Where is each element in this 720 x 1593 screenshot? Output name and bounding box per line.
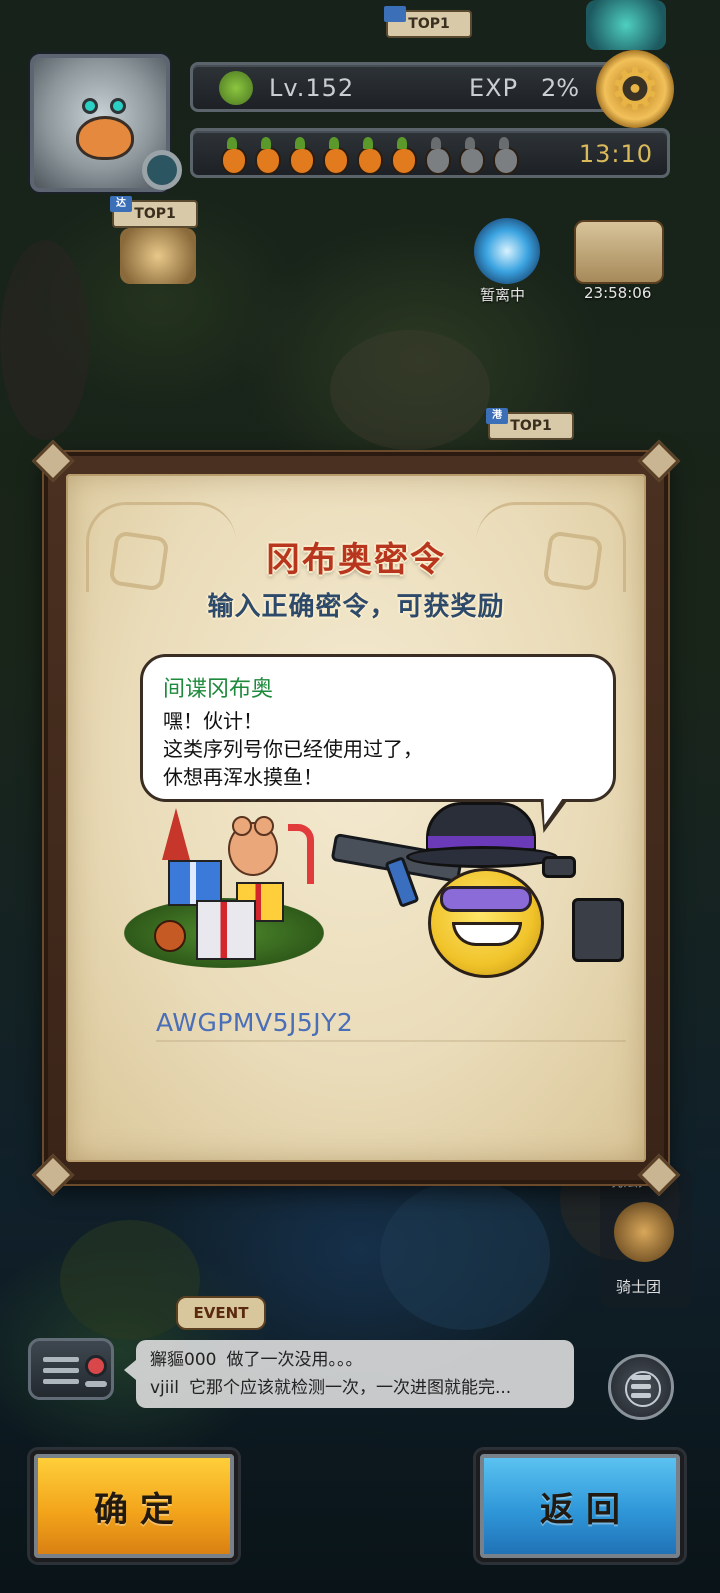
player-level: Lv.152 bbox=[269, 74, 355, 102]
carrot-empty-icon bbox=[419, 137, 451, 175]
settings-gear-icon[interactable]: ⚙ bbox=[596, 50, 674, 128]
side-panel: 玩法大厅 骑士团 bbox=[600, 1168, 692, 1308]
speech-line-3: 休想再浑水摸鱼！ bbox=[163, 765, 323, 789]
carrot-icon bbox=[215, 137, 247, 175]
clover-icon bbox=[219, 71, 253, 105]
chat-message: vjiil 它那个应该就检测一次，一次进图就能完... bbox=[150, 1374, 560, 1402]
speech-bubble: 间谍冈布奥 嘿！伙计！ 这类序列号你已经使用过了， 休想再浑水摸鱼！ bbox=[140, 654, 616, 802]
exp-label: EXP bbox=[469, 74, 519, 102]
carrot-icon bbox=[283, 137, 315, 175]
top1-tag: 达 bbox=[110, 196, 132, 212]
dialog-title: 冈布奥密令 bbox=[266, 540, 446, 580]
carrot-icon bbox=[351, 137, 383, 175]
carrot-icon bbox=[249, 137, 281, 175]
avatar-eye bbox=[110, 98, 126, 114]
portal-icon[interactable] bbox=[474, 218, 540, 284]
carrot-icon bbox=[385, 137, 417, 175]
guild-emblem-icon[interactable] bbox=[614, 1202, 674, 1262]
top1-label: TOP1 bbox=[408, 16, 450, 32]
back-label: 返回 bbox=[540, 1489, 632, 1530]
event-badge[interactable]: EVENT bbox=[176, 1296, 266, 1330]
chat-message: 獬貙000 做了一次没用。。。 bbox=[150, 1346, 560, 1374]
map-monster-icon[interactable] bbox=[120, 228, 196, 284]
stamina-timer: 13:10 bbox=[578, 140, 653, 168]
code-input[interactable]: AWGPMV5J5JY2 bbox=[156, 1008, 353, 1037]
confirm-label: 确定 bbox=[94, 1489, 186, 1530]
stamina-bar: 13:10 bbox=[190, 128, 670, 178]
top1-tag bbox=[384, 6, 406, 22]
chat-preview[interactable]: 獬貙000 做了一次没用。。。 vjiil 它那个应该就检测一次，一次进图就能完..… bbox=[124, 1340, 574, 1408]
top1-label: TOP1 bbox=[510, 418, 552, 434]
avatar-face bbox=[76, 116, 134, 160]
event-label: EVENT bbox=[193, 1304, 249, 1322]
top1-label: TOP1 bbox=[134, 206, 176, 222]
knight-group-label[interactable]: 骑士团 bbox=[616, 1276, 661, 1297]
map-creature-icon[interactable] bbox=[586, 0, 666, 50]
portal-label: 暂离中 bbox=[480, 286, 526, 304]
player-avatar[interactable] bbox=[30, 54, 182, 192]
top1-badge-2[interactable]: 达 TOP1 bbox=[110, 196, 198, 228]
treasure-chest-icon[interactable] bbox=[574, 220, 664, 284]
gift-pile-illustration bbox=[124, 808, 324, 973]
top1-tag: 港 bbox=[486, 408, 508, 424]
chat-user: 獬貙000 bbox=[150, 1350, 217, 1370]
avatar-eye bbox=[82, 98, 98, 114]
carrot-row bbox=[215, 137, 519, 175]
speech-line-1: 嘿！伙计！ bbox=[163, 709, 263, 733]
chest-timer: 23:58:06 bbox=[584, 284, 652, 302]
chat-text: 它那个应该就检测一次，一次进图就能完... bbox=[188, 1378, 512, 1398]
menu-icon[interactable] bbox=[608, 1354, 674, 1420]
secret-code-dialog: 冈布奥密令 输入正确密令，可获奖励 间谍冈布奥 嘿！伙计！ 这类序列号你已经使用… bbox=[31, 439, 681, 1197]
dialog-paper: 冈布奥密令 输入正确密令，可获奖励 间谍冈布奥 嘿！伙计！ 这类序列号你已经使用… bbox=[66, 474, 646, 1162]
top1-badge-3[interactable]: 港 TOP1 bbox=[486, 408, 574, 440]
carrot-empty-icon bbox=[487, 137, 519, 175]
dialog-subtitle: 输入正确密令，可获奖励 bbox=[207, 592, 505, 622]
top1-badge-1[interactable]: TOP1 bbox=[384, 6, 472, 38]
speaker-name: 间谍冈布奥 bbox=[163, 677, 274, 702]
radio-icon[interactable] bbox=[28, 1338, 114, 1400]
back-button[interactable]: 返回 bbox=[476, 1450, 684, 1562]
speech-line-2: 这类序列号你已经使用过了， bbox=[163, 737, 423, 761]
carrot-icon bbox=[317, 137, 349, 175]
code-input-underline bbox=[156, 1040, 626, 1042]
chat-user: vjiil bbox=[150, 1378, 179, 1398]
exp-value: 2% bbox=[541, 74, 580, 102]
chat-text: 做了一次没用。。。 bbox=[226, 1350, 363, 1370]
confirm-button[interactable]: 确定 bbox=[30, 1450, 238, 1562]
avatar-lens bbox=[142, 150, 182, 190]
carrot-empty-icon bbox=[453, 137, 485, 175]
spy-character-illustration bbox=[330, 802, 632, 982]
